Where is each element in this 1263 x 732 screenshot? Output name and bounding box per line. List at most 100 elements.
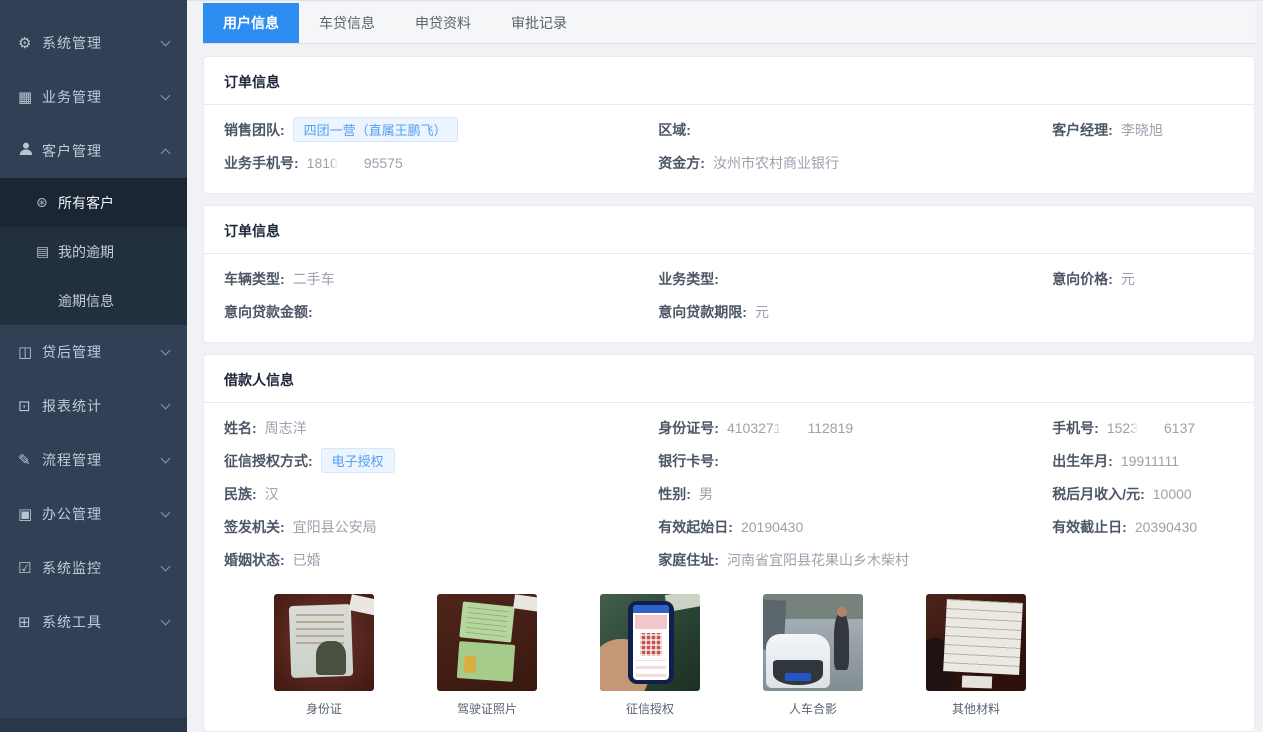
field-value: 周志洋 [265,418,307,438]
field-value: 二手车 [293,269,335,289]
tab-approval-records[interactable]: 审批记录 [491,3,587,43]
tab-user-info[interactable]: 用户信息 [203,3,299,43]
field-value: 20390430 [1135,519,1197,535]
field-label: 民族: [224,484,257,504]
field-label: 税后月收入/元: [1052,484,1145,504]
field-gender: 性别: 男 [658,477,1052,510]
sales-team-tag[interactable]: 四团一营（直属王鹏飞） [293,117,458,142]
chevron-down-icon [161,507,171,517]
phone-top-bar [633,605,669,614]
card-body: 车辆类型: 二手车 业务类型: 意向价格: 元 意向贷款金额: [204,254,1254,342]
field-label: 婚姻状态: [224,550,285,570]
field-name: 姓名: 周志洋 [224,411,658,444]
tab-bar: 用户信息 车贷信息 申贷资料 审批记录 [203,3,1255,44]
field-intended-loan-amount: 意向贷款金额: [224,295,658,328]
field-empty [1052,543,1234,576]
phone-prefix: 1523 [1107,420,1138,436]
phone-prefix: 1810 [307,155,338,171]
chevron-down-icon [161,90,171,100]
photo-caption-row: 身份证 驾驶证照片 征信授权 人车合影 其他材料 [274,700,1234,717]
circle-asterisk-icon [36,194,58,211]
photo-caption: 其他材料 [926,700,1026,717]
sidebar-footer [0,718,187,732]
sidebar-item-label: 系统工具 [42,612,162,632]
sidebar-item-office-mgmt[interactable]: 办公管理 [0,487,187,541]
borrower-info-card: 借款人信息 姓名: 周志洋 身份证号: 4103271112819 手机号: [203,354,1255,732]
field-value: 河南省宜阳县花果山乡木柴村 [727,550,909,570]
chevron-down-icon [161,399,171,409]
field-funder: 资金方: 汝州市农村商业银行 [658,146,1052,179]
photo-id-card[interactable] [274,594,374,691]
paper-scrap [513,594,537,611]
field-label: 签发机关: [224,517,285,537]
photo-license-booklets[interactable] [437,594,537,691]
sidebar-item-system-monitor[interactable]: 系统监控 [0,541,187,595]
sidebar-item-label: 报表统计 [42,396,162,416]
field-valid-from: 有效起始日: 20190430 [658,510,1052,543]
field-label: 车辆类型: [224,269,285,289]
field-value: 19911111 [1121,453,1179,469]
screen-banner [635,615,667,629]
photo-handwritten-document[interactable] [926,594,1026,691]
phone-suffix: 6137 [1164,420,1195,436]
sidebar-item-process-mgmt[interactable]: 流程管理 [0,433,187,487]
sidebar-item-system-mgmt[interactable]: 系统管理 [0,16,187,70]
id-card-portrait [316,641,346,676]
field-label: 姓名: [224,418,257,438]
monitor-check-icon [18,559,42,577]
sidebar-item-customer-mgmt[interactable]: 客户管理 [0,124,187,178]
sidebar-item-overdue-info[interactable]: 逾期信息 [0,276,187,325]
photo-caption: 人车合影 [763,700,863,717]
photo-phone-qr-code[interactable] [600,594,700,691]
sidebar-item-all-customers[interactable]: 所有客户 [0,178,187,227]
notebook-icon [36,243,58,260]
sidebar-item-my-overdue[interactable]: 我的逾期 [0,227,187,276]
field-vehicle-type: 车辆类型: 二手车 [224,262,658,295]
field-ethnicity: 民族: 汉 [224,477,658,510]
screen-rows [636,660,666,677]
tab-car-loan-info[interactable]: 车贷信息 [299,3,395,43]
field-bank-card-number: 银行卡号: [658,444,1052,477]
edit-icon [18,451,42,469]
sidebar-item-label: 逾期信息 [58,291,114,311]
field-label: 身份证号: [658,418,719,438]
grid-icon [18,88,42,106]
box-plus-icon [18,613,42,631]
id-card-text-lines [296,611,344,644]
chevron-down-icon [161,615,171,625]
sidebar-item-postloan-mgmt[interactable]: 贷后管理 [0,325,187,379]
booklet-text-lines [466,606,509,637]
monitor-icon [18,397,42,415]
field-label: 家庭住址: [658,550,719,570]
photo-caption: 驾驶证照片 [437,700,537,717]
sidebar-item-system-tools[interactable]: 系统工具 [0,595,187,649]
tab-loan-application-docs[interactable]: 申贷资料 [395,3,491,43]
phone-suffix: 95575 [364,155,403,171]
sidebar-item-label: 流程管理 [42,450,162,470]
sidebar: 系统管理 业务管理 客户管理 所有客户 我的逾期 逾期信息 [0,0,187,732]
customer-submenu: 所有客户 我的逾期 逾期信息 [0,178,187,325]
field-label: 出生年月: [1052,451,1113,471]
field-label: 有效截止日: [1052,517,1127,537]
redaction-mask [338,156,364,171]
card-title: 借款人信息 [204,355,1254,403]
field-label: 意向贷款金额: [224,302,313,322]
card-title: 订单信息 [204,57,1254,105]
field-home-address: 家庭住址: 河南省宜阳县花果山乡木柴村 [658,543,1052,576]
photo-person-with-car[interactable] [763,594,863,691]
redaction-mask [781,421,807,436]
card-title: 订单信息 [204,206,1254,254]
field-value: 4103271 112819 [727,420,853,436]
sidebar-item-business-mgmt[interactable]: 业务管理 [0,70,187,124]
field-mobile-phone: 手机号: 15236137 [1052,411,1234,444]
photo-caption: 身份证 [274,700,374,717]
field-issuing-authority: 签发机关: 宜阳县公安局 [224,510,658,543]
sidebar-item-label: 办公管理 [42,504,162,524]
field-label: 资金方: [658,153,705,173]
sidebar-item-report-stats[interactable]: 报表统计 [0,379,187,433]
handwritten-paper [943,599,1023,675]
id-prefix: 4103271 [727,420,782,436]
id-suffix: 112819 [807,420,853,436]
field-intended-price: 意向价格: 元 [1052,262,1234,295]
field-label: 有效起始日: [658,517,733,537]
